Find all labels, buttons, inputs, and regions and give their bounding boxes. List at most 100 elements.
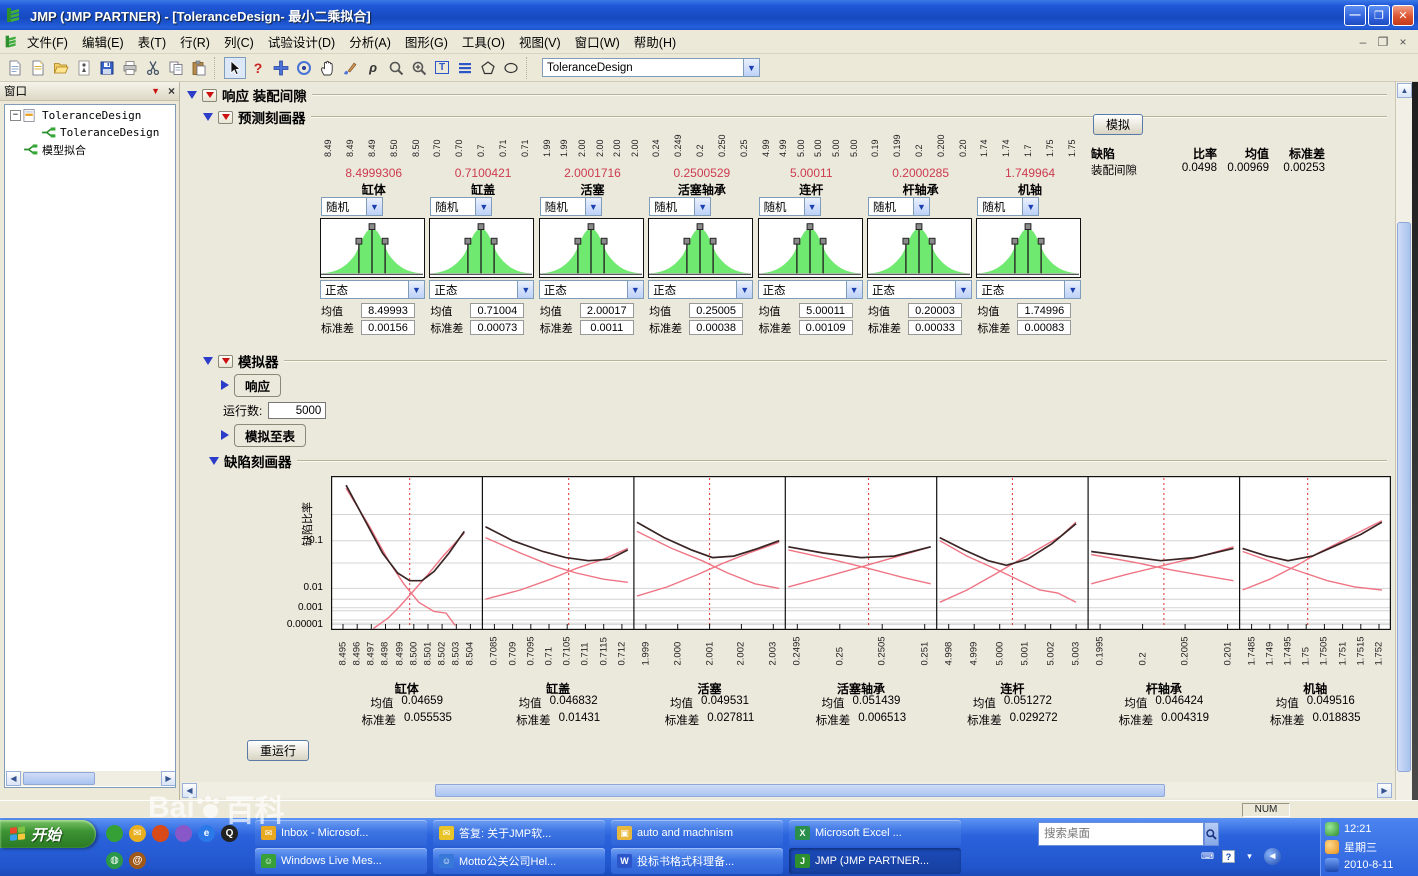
task-button-3[interactable]: XMicrosoft Excel ... bbox=[789, 820, 961, 846]
ie-icon[interactable]: e bbox=[198, 825, 215, 842]
help-icon[interactable]: ? bbox=[1222, 850, 1235, 863]
lasso-tool-icon[interactable]: ρ bbox=[362, 57, 384, 79]
qq-icon[interactable]: Q bbox=[221, 825, 238, 842]
rerun-button[interactable]: 重运行 bbox=[247, 740, 309, 761]
scroll-up-icon[interactable]: ▲ bbox=[1397, 83, 1412, 98]
menu-item-5[interactable]: 试验设计(D) bbox=[261, 29, 342, 54]
panel-close-icon[interactable]: × bbox=[168, 84, 175, 98]
copy-icon[interactable] bbox=[165, 57, 187, 79]
tree-item-2[interactable]: 模型拟合 bbox=[6, 141, 174, 158]
mean-input[interactable]: 0.25005 bbox=[689, 303, 743, 318]
task-button-7[interactable]: JJMP (JMP PARTNER... bbox=[789, 848, 961, 874]
menu-item-9[interactable]: 视图(V) bbox=[512, 29, 568, 54]
distribution-histogram[interactable] bbox=[539, 218, 644, 278]
task-button-0[interactable]: ✉Inbox - Microsof... bbox=[255, 820, 427, 846]
scroll-right-icon[interactable]: ▶ bbox=[161, 771, 176, 786]
scroll-left-icon[interactable]: ◀ bbox=[182, 783, 197, 798]
disclosure-down-icon[interactable] bbox=[203, 113, 213, 121]
scroll-left-icon[interactable]: ◀ bbox=[6, 771, 21, 786]
menu-item-3[interactable]: 行(R) bbox=[173, 29, 217, 54]
sd-input[interactable]: 0.0011 bbox=[580, 320, 634, 335]
new-journal-icon[interactable] bbox=[27, 57, 49, 79]
chevron-down-icon[interactable]: ▼ bbox=[913, 198, 929, 215]
chevron-down-icon[interactable]: ▼ bbox=[743, 59, 759, 76]
simulate-to-table-button[interactable]: 模拟至表 bbox=[234, 424, 306, 447]
scroll-right-icon[interactable]: ▶ bbox=[1377, 783, 1392, 798]
back-icon[interactable]: ◄ bbox=[1264, 848, 1281, 865]
sampling-combo[interactable]: 随机▼ bbox=[759, 197, 821, 216]
zoom-tool-icon[interactable] bbox=[408, 57, 430, 79]
search-input[interactable] bbox=[1038, 822, 1204, 846]
crosshair-tool-icon[interactable] bbox=[270, 57, 292, 79]
distribution-histogram[interactable] bbox=[429, 218, 534, 278]
arrow-tool-icon[interactable] bbox=[224, 57, 246, 79]
minimize-button[interactable]: — bbox=[1344, 5, 1366, 26]
vertical-scrollbar[interactable]: ▲ bbox=[1395, 82, 1412, 800]
mdi-restore-button[interactable]: ❐ bbox=[1376, 35, 1390, 49]
menu-item-8[interactable]: 工具(O) bbox=[455, 29, 512, 54]
mdi-minimize-button[interactable]: – bbox=[1356, 35, 1370, 49]
distribution-combo[interactable]: 正态▼ bbox=[758, 280, 863, 299]
restore-button[interactable]: ❐ bbox=[1368, 5, 1390, 26]
chevron-down-icon[interactable]: ▼ bbox=[736, 281, 752, 298]
bullseye-tool-icon[interactable] bbox=[293, 57, 315, 79]
close-button[interactable]: ✕ bbox=[1392, 5, 1414, 26]
save-icon[interactable] bbox=[96, 57, 118, 79]
menu-item-10[interactable]: 窗口(W) bbox=[568, 29, 627, 54]
sampling-combo[interactable]: 随机▼ bbox=[649, 197, 711, 216]
search-icon[interactable] bbox=[1204, 822, 1219, 846]
disclosure-down-icon[interactable] bbox=[209, 457, 219, 465]
chevron-down-icon[interactable]: ▼ bbox=[1064, 281, 1080, 298]
polygon-tool-icon[interactable] bbox=[477, 57, 499, 79]
chevron-down-icon[interactable]: ▼ bbox=[475, 198, 491, 215]
scroll-thumb[interactable] bbox=[435, 784, 1165, 797]
sampling-combo[interactable]: 随机▼ bbox=[868, 197, 930, 216]
collapse-icon[interactable]: ▾ bbox=[1242, 850, 1257, 863]
chevron-down-icon[interactable]: ▼ bbox=[846, 281, 862, 298]
mdi-close-button[interactable]: × bbox=[1396, 35, 1410, 49]
panel-menu-icon[interactable]: ▼ bbox=[151, 86, 160, 96]
task-button-4[interactable]: ☺Windows Live Mes... bbox=[255, 848, 427, 874]
sampling-combo[interactable]: 随机▼ bbox=[977, 197, 1039, 216]
content-hscrollbar[interactable]: ◀ ▶ bbox=[182, 782, 1392, 798]
sampling-combo[interactable]: 随机▼ bbox=[540, 197, 602, 216]
menu-item-4[interactable]: 列(C) bbox=[217, 29, 261, 54]
sd-input[interactable]: 0.00109 bbox=[799, 320, 853, 335]
print-icon[interactable] bbox=[119, 57, 141, 79]
chevron-down-icon[interactable]: ▼ bbox=[517, 281, 533, 298]
chevron-down-icon[interactable]: ▼ bbox=[627, 281, 643, 298]
sd-input[interactable]: 0.00073 bbox=[470, 320, 524, 335]
mean-input[interactable]: 1.74996 bbox=[1017, 303, 1071, 318]
at-icon[interactable]: @ bbox=[129, 852, 146, 869]
chevron-down-icon[interactable]: ▼ bbox=[408, 281, 424, 298]
task-button-5[interactable]: ☺Motto公关公司Hel... bbox=[433, 848, 605, 874]
grabber-tool-icon[interactable] bbox=[316, 57, 338, 79]
mean-input[interactable]: 8.49993 bbox=[361, 303, 415, 318]
response-node-button[interactable]: 响应 bbox=[234, 374, 281, 397]
distribution-histogram[interactable] bbox=[648, 218, 753, 278]
red-triangle-menu-icon[interactable] bbox=[202, 89, 217, 102]
open-icon[interactable] bbox=[50, 57, 72, 79]
magnifier-tool-icon[interactable] bbox=[385, 57, 407, 79]
mean-input[interactable]: 2.00017 bbox=[580, 303, 634, 318]
sampling-combo[interactable]: 随机▼ bbox=[430, 197, 492, 216]
globe-icon[interactable]: ◍ bbox=[106, 852, 123, 869]
disclosure-right-icon[interactable] bbox=[221, 380, 229, 390]
distribution-combo[interactable]: 正态▼ bbox=[429, 280, 534, 299]
cut-icon[interactable] bbox=[142, 57, 164, 79]
tree-item-0[interactable]: −ToleranceDesign bbox=[6, 107, 174, 124]
annotate-tool-icon[interactable]: T bbox=[431, 57, 453, 79]
task-button-1[interactable]: ✉答复: 关于JMP软... bbox=[433, 820, 605, 846]
menu-item-0[interactable]: 文件(F) bbox=[20, 29, 75, 54]
chevron-down-icon[interactable]: ▼ bbox=[1022, 198, 1038, 215]
distribution-histogram[interactable] bbox=[758, 218, 863, 278]
keyboard-icon[interactable]: ⌨ bbox=[1200, 850, 1215, 863]
distribution-combo[interactable]: 正态▼ bbox=[320, 280, 425, 299]
mean-input[interactable]: 0.20003 bbox=[908, 303, 962, 318]
window-selector-combo[interactable]: ToleranceDesign ▼ bbox=[542, 58, 760, 77]
help-tool-icon[interactable]: ? bbox=[247, 57, 269, 79]
sidebar-hscrollbar[interactable]: ◀ ▶ bbox=[6, 771, 176, 786]
distribution-histogram[interactable] bbox=[320, 218, 425, 278]
scroll-thumb[interactable] bbox=[23, 772, 95, 785]
disclosure-down-icon[interactable] bbox=[203, 357, 213, 365]
